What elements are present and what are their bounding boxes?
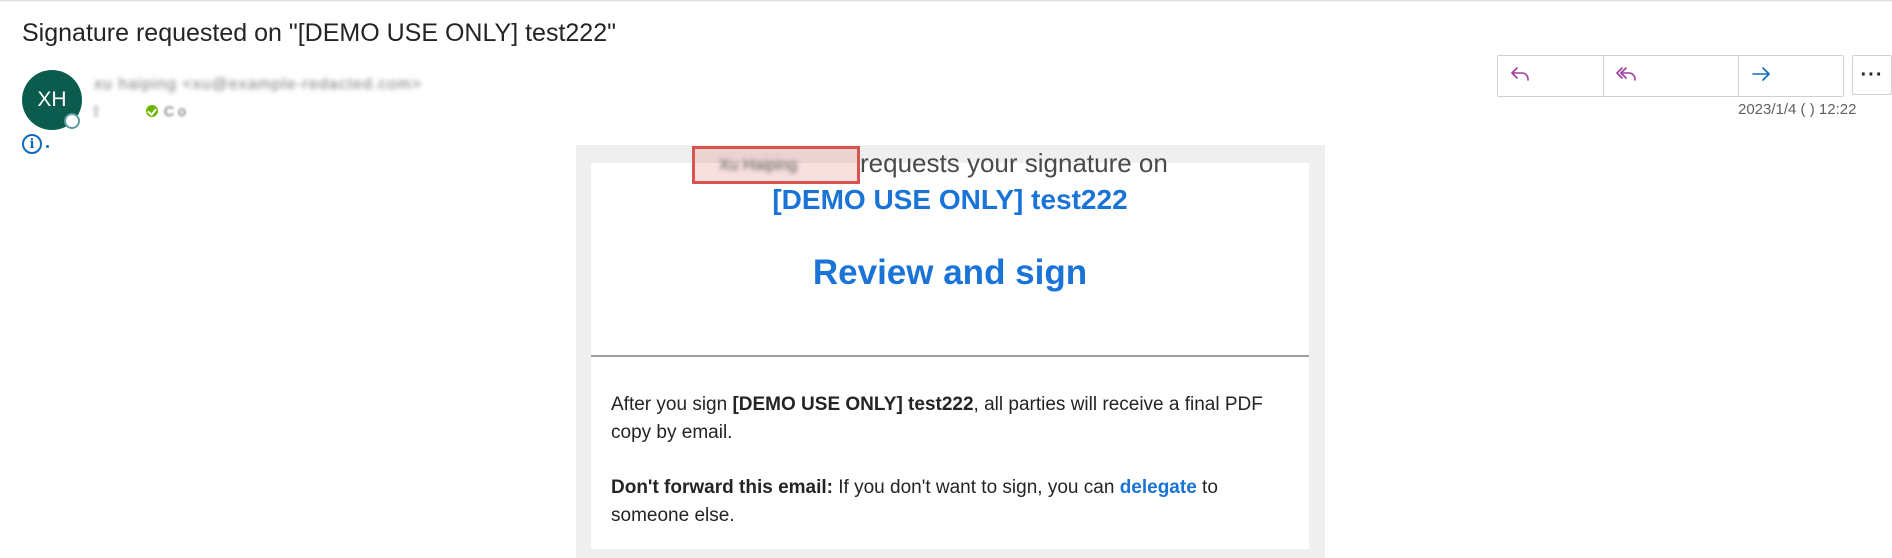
requests-signature-text: requests your signature on	[860, 148, 1168, 178]
info-dot	[46, 145, 49, 148]
para2-text-before-link: If you don't want to sign, you can	[832, 477, 1120, 498]
reply-all-icon	[1614, 62, 1638, 91]
frame-edge	[576, 145, 591, 163]
reply-all-button[interactable]	[1604, 56, 1739, 96]
final-copy-paragraph: After you sign [DEMO USE ONLY] test222, …	[611, 391, 1291, 447]
review-and-sign-link[interactable]: Review and sign	[591, 253, 1309, 293]
para1-text-before: After you sign	[611, 394, 733, 415]
reply-icon	[1508, 62, 1532, 91]
divider	[591, 355, 1309, 357]
more-icon: ···	[1860, 63, 1884, 86]
redacted-sender-name: Xu Haiping	[719, 157, 798, 174]
email-subject: Signature requested on "[DEMO USE ONLY] …	[22, 19, 616, 47]
reply-button[interactable]	[1498, 56, 1604, 96]
presence-ring-icon	[64, 113, 80, 129]
para1-document-name: [DEMO USE ONLY] test222	[732, 394, 974, 415]
forward-icon	[1749, 62, 1773, 91]
delegate-link[interactable]: delegate	[1120, 477, 1197, 498]
recipient-name[interactable]: C o	[164, 103, 230, 119]
top-shadow	[0, 0, 1892, 2]
do-not-forward-label: Don't forward this email:	[611, 477, 833, 498]
more-actions-button[interactable]: ···	[1852, 55, 1892, 95]
document-title[interactable]: [DEMO USE ONLY] test222	[591, 184, 1309, 216]
redacted-mark	[94, 105, 98, 117]
avatar-initials: XH	[37, 88, 67, 111]
forward-button[interactable]	[1739, 56, 1843, 96]
message-actions	[1497, 55, 1844, 97]
do-not-forward-paragraph: Don't forward this email: If you don't w…	[611, 474, 1291, 530]
recipient-row: C o	[94, 102, 230, 120]
info-icon[interactable]: i	[22, 134, 42, 154]
redacted-sender: Xu Haiping	[692, 146, 860, 184]
message-timestamp: 2023/1/4 ( ) 12:22	[1738, 101, 1857, 118]
available-status-icon	[146, 105, 158, 117]
sender-name[interactable]: xu haiping <xu@example-redacted.com>	[94, 76, 434, 96]
